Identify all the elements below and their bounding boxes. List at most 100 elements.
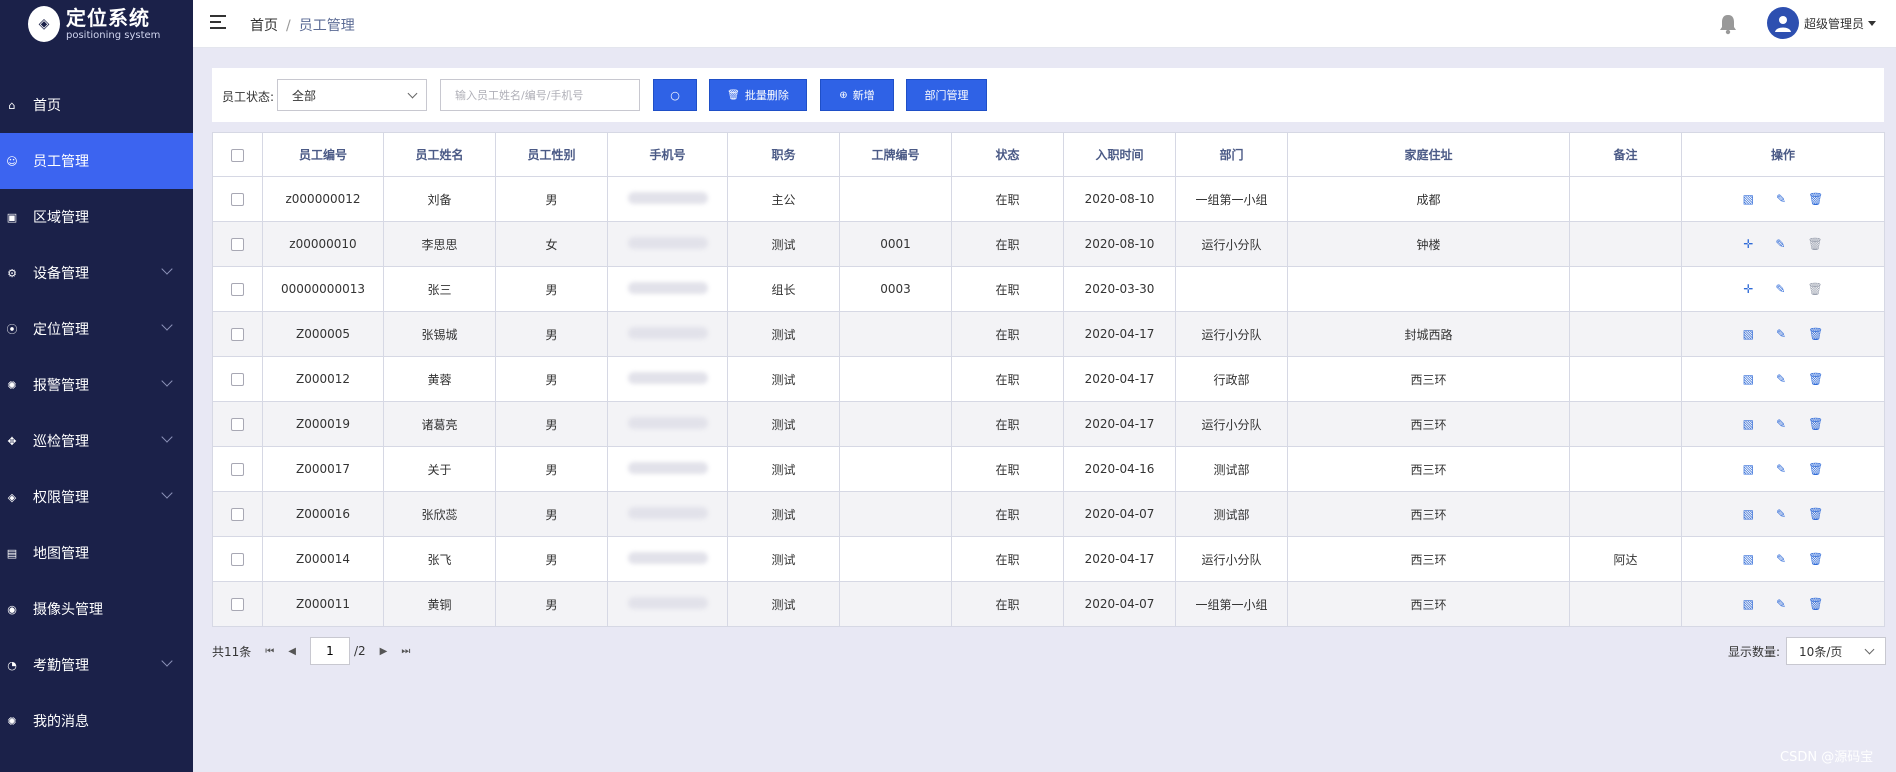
- map-icon[interactable]: ▧: [1743, 508, 1754, 520]
- breadcrumb-home[interactable]: 首页: [250, 18, 278, 34]
- sidebar-item-6[interactable]: ✥ 巡检管理: [0, 413, 193, 469]
- bell-icon[interactable]: [1718, 13, 1738, 35]
- row-checkbox[interactable]: [231, 238, 244, 251]
- select-all-checkbox[interactable]: [231, 148, 244, 162]
- locate-plus-icon[interactable]: ✛: [1743, 283, 1753, 295]
- cell-title: 测试: [727, 311, 840, 357]
- user-name[interactable]: 超级管理员: [1804, 15, 1864, 32]
- row-checkbox[interactable]: [231, 508, 244, 521]
- status-select[interactable]: 全部: [277, 79, 427, 111]
- table-row[interactable]: Z000011 黄铜男 测试 在职 2020-04-07 一组第一小组 西三环 ▧ ✎ 🗑: [212, 581, 1885, 627]
- map-icon[interactable]: ▧: [1743, 553, 1754, 565]
- row-checkbox[interactable]: [231, 418, 244, 431]
- logo[interactable]: ◈ 定位系统 positioning system: [0, 0, 193, 48]
- table-row[interactable]: Z000016 张欣蕊男 测试 在职 2020-04-07 测试部 西三环 ▧ ✎ 🗑: [212, 491, 1885, 537]
- map-icon[interactable]: ▧: [1743, 463, 1754, 475]
- sidebar-item-3[interactable]: ⚙ 设备管理: [0, 245, 193, 301]
- next-page-icon[interactable]: ▶: [380, 646, 388, 657]
- edit-icon[interactable]: ✎: [1776, 328, 1786, 340]
- chevron-down-icon[interactable]: [161, 655, 173, 667]
- first-page-icon[interactable]: ⏮: [265, 646, 274, 657]
- sidebar-item-1[interactable]: ☺ 员工管理: [0, 133, 193, 189]
- delete-icon[interactable]: 🗑: [1808, 193, 1823, 205]
- page-input[interactable]: [309, 637, 350, 665]
- edit-icon[interactable]: ✎: [1775, 238, 1785, 250]
- delete-icon[interactable]: 🗑: [1808, 508, 1823, 520]
- sidebar-item-9[interactable]: ◉ 摄像头管理: [0, 581, 193, 637]
- edit-icon[interactable]: ✎: [1776, 418, 1786, 430]
- locate-plus-icon[interactable]: ✛: [1743, 238, 1753, 250]
- table-row[interactable]: 00000000013 张三男 组长 0003 在职 2020-03-30 ✛ ✎ 🗑: [212, 266, 1885, 312]
- sidebar-item-4[interactable]: ⦿ 定位管理: [0, 301, 193, 357]
- row-checkbox[interactable]: [231, 373, 244, 386]
- search-button[interactable]: ○: [653, 79, 697, 111]
- edit-icon[interactable]: ✎: [1776, 508, 1786, 520]
- menu-toggle-icon[interactable]: [210, 15, 226, 29]
- caret-down-icon[interactable]: [1868, 20, 1877, 26]
- delete-icon[interactable]: 🗑: [1808, 373, 1823, 385]
- chevron-down-icon[interactable]: [161, 431, 173, 443]
- row-select-cell: [212, 491, 263, 537]
- user-menu[interactable]: 超级管理员: [1767, 7, 1877, 39]
- table-row[interactable]: z000000012 刘备男 主公 在职 2020-08-10 一组第一小组 成都 ▧ ✎ 🗑: [212, 176, 1885, 222]
- map-icon[interactable]: ▧: [1743, 373, 1754, 385]
- department-button[interactable]: 部门管理: [906, 79, 987, 111]
- edit-icon[interactable]: ✎: [1776, 193, 1786, 205]
- cell-dept: 一组第一小组: [1175, 581, 1288, 627]
- table-row[interactable]: Z000017 关于男 测试 在职 2020-04-16 测试部 西三环 ▧ ✎ 🗑: [212, 446, 1885, 492]
- delete-icon[interactable]: 🗑: [1808, 553, 1823, 565]
- sidebar-item-10[interactable]: ◔ 考勤管理: [0, 637, 193, 693]
- row-checkbox[interactable]: [231, 463, 244, 476]
- table-row[interactable]: z00000010 李思思女 测试 0001 在职 2020-08-10 运行小分队 钟楼 ✛ ✎…: [212, 221, 1885, 267]
- delete-icon[interactable]: 🗑: [1808, 328, 1823, 340]
- cell-phone: [607, 401, 728, 447]
- batch-delete-button[interactable]: 🗑 批量删除: [709, 79, 807, 111]
- map-icon[interactable]: ▧: [1743, 418, 1754, 430]
- page-size-select[interactable]: 10条/页: [1786, 637, 1887, 665]
- map-icon[interactable]: ▧: [1743, 328, 1754, 340]
- map-icon[interactable]: ▧: [1743, 193, 1754, 205]
- edit-icon[interactable]: ✎: [1775, 283, 1785, 295]
- table-row[interactable]: Z000014 张飞男 测试 在职 2020-04-17 运行小分队 西三环 阿达 ▧ ✎ 🗑: [212, 536, 1885, 582]
- chevron-down-icon: [1864, 644, 1875, 655]
- delete-icon[interactable]: 🗑: [1808, 463, 1823, 475]
- delete-icon[interactable]: 🗑: [1808, 418, 1823, 430]
- map-icon[interactable]: ▧: [1743, 598, 1754, 610]
- chevron-down-icon[interactable]: [161, 487, 173, 499]
- edit-icon[interactable]: ✎: [1776, 553, 1786, 565]
- avatar[interactable]: [1767, 7, 1799, 39]
- cell-title: 主公: [727, 176, 840, 222]
- delete-icon[interactable]: 🗑: [1807, 238, 1822, 250]
- add-button[interactable]: ⊕ 新增: [820, 79, 894, 111]
- page-size-value: 10条/页: [1799, 644, 1843, 659]
- chevron-down-icon[interactable]: [161, 375, 173, 387]
- sidebar-item-8[interactable]: ▤ 地图管理: [0, 525, 193, 581]
- edit-icon[interactable]: ✎: [1776, 463, 1786, 475]
- delete-icon[interactable]: 🗑: [1808, 598, 1823, 610]
- sidebar-item-2[interactable]: ▣ 区域管理: [0, 189, 193, 245]
- edit-icon[interactable]: ✎: [1776, 373, 1786, 385]
- sidebar-item-7[interactable]: ◈ 权限管理: [0, 469, 193, 525]
- chevron-down-icon[interactable]: [161, 319, 173, 331]
- row-checkbox[interactable]: [231, 283, 244, 296]
- row-checkbox[interactable]: [231, 553, 244, 566]
- table-row[interactable]: Z000005 张锡城男 测试 在职 2020-04-17 运行小分队 封城西路 ▧ ✎ 🗑: [212, 311, 1885, 357]
- row-checkbox[interactable]: [231, 598, 244, 611]
- cell-status: 在职: [951, 221, 1064, 267]
- row-checkbox[interactable]: [231, 328, 244, 341]
- search-input[interactable]: [440, 79, 640, 111]
- sidebar-item-11[interactable]: ✺ 我的消息: [0, 693, 193, 749]
- prev-page-icon[interactable]: ◀: [288, 646, 296, 657]
- sidebar-item-5[interactable]: ✺ 报警管理: [0, 357, 193, 413]
- edit-icon[interactable]: ✎: [1776, 598, 1786, 610]
- chevron-down-icon[interactable]: [161, 263, 173, 275]
- table-row[interactable]: Z000012 黄蓉男 测试 在职 2020-04-17 行政部 西三环 ▧ ✎ 🗑: [212, 356, 1885, 402]
- row-checkbox[interactable]: [231, 193, 244, 206]
- cell-id: Z000012: [262, 356, 384, 402]
- delete-icon[interactable]: 🗑: [1807, 283, 1822, 295]
- table-row[interactable]: Z000019 诸葛亮男 测试 在职 2020-04-17 运行小分队 西三环 ▧ ✎ 🗑: [212, 401, 1885, 447]
- last-page-icon[interactable]: ⏭: [401, 646, 410, 657]
- cell-title: 测试: [727, 356, 840, 402]
- cell-note: 阿达: [1569, 536, 1682, 582]
- sidebar-item-0[interactable]: ⌂ 首页: [0, 77, 193, 133]
